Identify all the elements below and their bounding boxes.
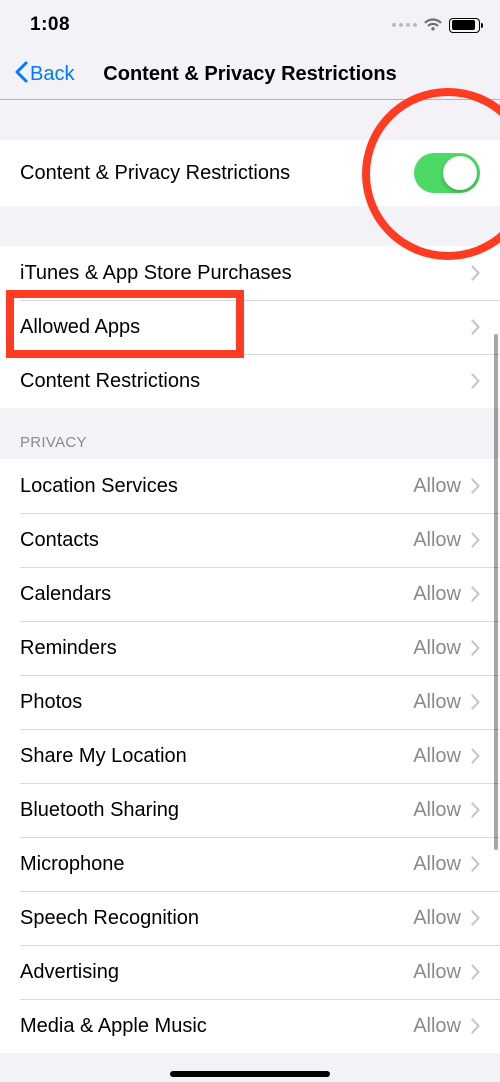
chevron-right-icon bbox=[471, 586, 480, 602]
chevron-right-icon bbox=[471, 640, 480, 656]
group-toggle: Content & Privacy Restrictions bbox=[0, 140, 500, 206]
row-value: Allow bbox=[413, 907, 461, 930]
status-bar: 1:08 bbox=[0, 0, 500, 50]
chevron-right-icon bbox=[471, 694, 480, 710]
row-label: Allowed Apps bbox=[20, 316, 471, 339]
row-content[interactable]: Content Restrictions bbox=[0, 354, 500, 408]
toggle-switch[interactable] bbox=[414, 153, 480, 193]
row-label: Contacts bbox=[20, 529, 413, 552]
row-label: Location Services bbox=[20, 475, 413, 498]
row-location[interactable]: Location ServicesAllow bbox=[0, 459, 500, 513]
battery-icon bbox=[449, 18, 480, 33]
row-value: Allow bbox=[413, 961, 461, 984]
content-scroll[interactable]: Content & Privacy Restrictions iTunes & … bbox=[0, 100, 500, 1082]
chevron-right-icon bbox=[471, 748, 480, 764]
group-spacer bbox=[0, 100, 500, 140]
chevron-right-icon bbox=[471, 910, 480, 926]
row-value: Allow bbox=[413, 799, 461, 822]
row-value: Allow bbox=[413, 1015, 461, 1038]
row-value: Allow bbox=[413, 637, 461, 660]
scrollbar[interactable] bbox=[494, 334, 498, 850]
group-spacer bbox=[0, 206, 500, 246]
home-indicator[interactable] bbox=[170, 1071, 330, 1077]
row-allowed[interactable]: Allowed Apps bbox=[0, 300, 500, 354]
row-media-music[interactable]: Media & Apple MusicAllow bbox=[0, 999, 500, 1053]
row-share-loc[interactable]: Share My LocationAllow bbox=[0, 729, 500, 783]
row-label: Photos bbox=[20, 691, 413, 714]
back-label: Back bbox=[30, 63, 74, 86]
wifi-icon bbox=[423, 18, 443, 32]
row-photos[interactable]: PhotosAllow bbox=[0, 675, 500, 729]
section-header-privacy: PRIVACY bbox=[0, 408, 500, 459]
chevron-right-icon bbox=[471, 265, 480, 281]
row-value: Allow bbox=[413, 529, 461, 552]
row-label: Advertising bbox=[20, 961, 413, 984]
row-label: Reminders bbox=[20, 637, 413, 660]
status-indicators bbox=[392, 18, 480, 33]
row-label: Share My Location bbox=[20, 745, 413, 768]
back-button[interactable]: Back bbox=[14, 61, 74, 89]
nav-bar: Back Content & Privacy Restrictions bbox=[0, 50, 500, 100]
row-label: Calendars bbox=[20, 583, 413, 606]
row-value: Allow bbox=[413, 745, 461, 768]
chevron-right-icon bbox=[471, 532, 480, 548]
row-label: Microphone bbox=[20, 853, 413, 876]
row-label: iTunes & App Store Purchases bbox=[20, 262, 471, 285]
row-label: Content & Privacy Restrictions bbox=[20, 162, 414, 185]
chevron-left-icon bbox=[14, 61, 28, 89]
row-label: Media & Apple Music bbox=[20, 1015, 413, 1038]
chevron-right-icon bbox=[471, 373, 480, 389]
chevron-right-icon bbox=[471, 964, 480, 980]
row-value: Allow bbox=[413, 853, 461, 876]
row-label: Bluetooth Sharing bbox=[20, 799, 413, 822]
row-value: Allow bbox=[413, 691, 461, 714]
row-advertising[interactable]: AdvertisingAllow bbox=[0, 945, 500, 999]
group-main: iTunes & App Store Purchases Allowed Apps… bbox=[0, 246, 500, 408]
chevron-right-icon bbox=[471, 478, 480, 494]
row-speech[interactable]: Speech RecognitionAllow bbox=[0, 891, 500, 945]
row-reminders[interactable]: RemindersAllow bbox=[0, 621, 500, 675]
status-time: 1:08 bbox=[30, 14, 70, 36]
row-itunes[interactable]: iTunes & App Store Purchases bbox=[0, 246, 500, 300]
row-calendars[interactable]: CalendarsAllow bbox=[0, 567, 500, 621]
switch-knob bbox=[443, 156, 477, 190]
cellular-dots-icon bbox=[392, 23, 417, 27]
row-label: Content Restrictions bbox=[20, 370, 471, 393]
chevron-right-icon bbox=[471, 1018, 480, 1034]
chevron-right-icon bbox=[471, 856, 480, 872]
group-privacy: Location ServicesAllowContactsAllowCalen… bbox=[0, 459, 500, 1053]
row-contacts[interactable]: ContactsAllow bbox=[0, 513, 500, 567]
row-value: Allow bbox=[413, 475, 461, 498]
row-value: Allow bbox=[413, 583, 461, 606]
row-content-privacy-toggle[interactable]: Content & Privacy Restrictions bbox=[0, 140, 500, 206]
page-title: Content & Privacy Restrictions bbox=[0, 63, 500, 86]
row-bluetooth[interactable]: Bluetooth SharingAllow bbox=[0, 783, 500, 837]
row-label: Speech Recognition bbox=[20, 907, 413, 930]
row-microphone[interactable]: MicrophoneAllow bbox=[0, 837, 500, 891]
chevron-right-icon bbox=[471, 802, 480, 818]
chevron-right-icon bbox=[471, 319, 480, 335]
